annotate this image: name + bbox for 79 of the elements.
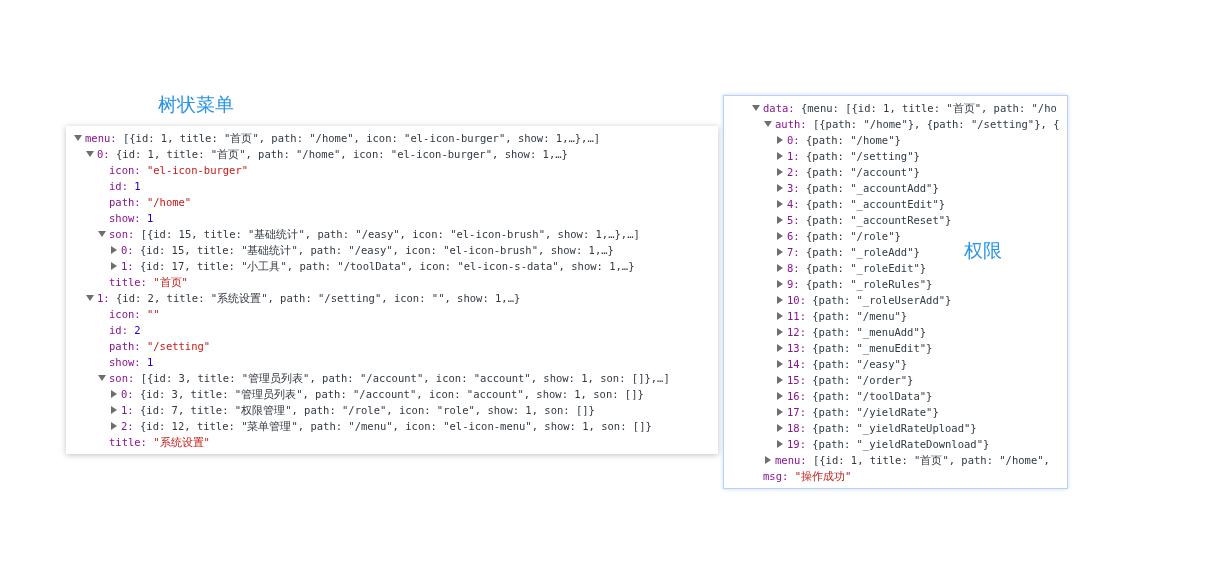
property-line: path: "/setting" [109, 339, 211, 354]
collapsed-triangle-icon[interactable] [776, 232, 784, 240]
collapsed-triangle-icon[interactable] [776, 184, 784, 192]
collapsed-triangle-icon[interactable] [776, 392, 784, 400]
caption-text: 权限 [964, 242, 1002, 258]
property-line: 11: {path: "/menu"} [787, 309, 908, 324]
property-line: 10: {path: "_roleUserAdd"} [787, 293, 952, 308]
collapsed-triangle-icon[interactable] [776, 152, 784, 160]
collapsed-triangle-icon[interactable] [776, 424, 784, 432]
collapsed-triangle-icon[interactable] [776, 440, 784, 448]
collapsed-triangle-icon[interactable] [776, 376, 784, 384]
property-line: 5: {path: "_accountReset"} [787, 213, 952, 228]
property-line: title: "首页" [109, 275, 188, 290]
collapsed-triangle-icon[interactable] [776, 328, 784, 336]
property-line: 12: {path: "_menuAdd"} [787, 325, 927, 340]
collapsed-triangle-icon[interactable] [776, 312, 784, 320]
property-line: msg: "操作成功" [763, 469, 852, 484]
property-line: icon: "el-icon-burger" [109, 163, 249, 178]
property-line: 8: {path: "_roleEdit"} [787, 261, 927, 276]
expanded-triangle-icon[interactable] [74, 134, 82, 142]
property-line: 18: {path: "_yieldRateUpload"} [787, 421, 977, 436]
expanded-triangle-icon[interactable] [98, 230, 106, 238]
property-line: 1: {path: "/setting"} [787, 149, 920, 164]
property-line: menu: [{id: 1, title: "首页", path: "/home", [775, 453, 1050, 468]
property-line: 1: {id: 7, title: "权限管理", path: "/role", icon: "role", show: 1, son: []} [121, 403, 595, 418]
collapsed-triangle-icon[interactable] [776, 280, 784, 288]
collapsed-triangle-icon[interactable] [776, 136, 784, 144]
expanded-triangle-icon[interactable] [98, 374, 106, 382]
property-line: id: 2 [109, 323, 141, 338]
property-line: 0: {path: "/home"} [787, 133, 901, 148]
collapsed-triangle-icon[interactable] [764, 456, 772, 464]
expanded-triangle-icon[interactable] [752, 104, 760, 112]
property-line: icon: "" [109, 307, 160, 322]
collapsed-triangle-icon[interactable] [776, 296, 784, 304]
property-line: data: {menu: [{id: 1, title: "首页", path: "/ho [763, 101, 1057, 116]
collapsed-triangle-icon[interactable] [776, 408, 784, 416]
property-line: 6: {path: "/role"} [787, 229, 901, 244]
expanded-triangle-icon[interactable] [86, 150, 94, 158]
property-line: 2: {path: "/account"} [787, 165, 920, 180]
property-line: son: [{id: 15, title: "基础统计", path: "/easy", icon: "el-icon-brush", show: 1,…},…] [109, 227, 640, 242]
expanded-triangle-icon[interactable] [86, 294, 94, 302]
expanded-triangle-icon[interactable] [764, 120, 772, 128]
property-line: 0: {id: 3, title: "管理员列表", path: "/account", icon: "account", show: 1, son: []} [121, 387, 644, 402]
property-line: 9: {path: "_roleRules"} [787, 277, 933, 292]
property-line: 1: {id: 2, title: "系统设置", path: "/setting", icon: "", show: 1,…} [97, 291, 521, 306]
collapsed-triangle-icon[interactable] [776, 200, 784, 208]
property-line: 7: {path: "_roleAdd"} [787, 245, 920, 260]
property-line: 3: {path: "_accountAdd"} [787, 181, 939, 196]
property-line: 15: {path: "/order"} [787, 373, 914, 388]
property-line: path: "/home" [109, 195, 192, 210]
property-line: 13: {path: "_menuEdit"} [787, 341, 933, 356]
property-line: 2: {id: 12, title: "菜单管理", path: "/menu", icon: "el-icon-menu", show: 1, son: []} [121, 419, 652, 434]
collapsed-triangle-icon[interactable] [776, 168, 784, 176]
property-line: 0: {id: 1, title: "首页", path: "/home", icon: "el-icon-burger", show: 1,…} [97, 147, 568, 162]
property-line: son: [{id: 3, title: "管理员列表", path: "/account", icon: "account", show: 1, son: []},…] [109, 371, 670, 386]
property-line: 14: {path: "/easy"} [787, 357, 908, 372]
collapsed-triangle-icon[interactable] [110, 390, 118, 398]
collapsed-triangle-icon[interactable] [110, 262, 118, 270]
caption-text: 树状菜单 [158, 92, 235, 117]
collapsed-triangle-icon[interactable] [776, 360, 784, 368]
collapsed-triangle-icon[interactable] [110, 246, 118, 254]
property-line: title: "系统设置" [109, 435, 210, 450]
property-line: menu: [{id: 1, title: "首页", path: "/home", icon: "el-icon-burger", show: 1,…},…] [85, 131, 601, 146]
property-line: show: 1 [109, 211, 154, 226]
property-line: 17: {path: "/yieldRate"} [787, 405, 939, 420]
collapsed-triangle-icon[interactable] [110, 422, 118, 430]
collapsed-triangle-icon[interactable] [110, 406, 118, 414]
collapsed-triangle-icon[interactable] [776, 344, 784, 352]
property-line: 4: {path: "_accountEdit"} [787, 197, 946, 212]
property-line: 0: {id: 15, title: "基础统计", path: "/easy", icon: "el-icon-brush", show: 1,…} [121, 243, 614, 258]
property-line: 16: {path: "/toolData"} [787, 389, 933, 404]
collapsed-triangle-icon[interactable] [776, 216, 784, 224]
collapsed-triangle-icon[interactable] [776, 248, 784, 256]
property-line: 19: {path: "_yieldRateDownload"} [787, 437, 990, 452]
property-line: show: 1 [109, 355, 154, 370]
property-line: id: 1 [109, 179, 141, 194]
property-line: 1: {id: 17, title: "小工具", path: "/toolData", icon: "el-icon-s-data", show: 1,…} [121, 259, 635, 274]
property-line: auth: [{path: "/home"}, {path: "/setting"}, { [775, 117, 1060, 132]
collapsed-triangle-icon[interactable] [776, 264, 784, 272]
